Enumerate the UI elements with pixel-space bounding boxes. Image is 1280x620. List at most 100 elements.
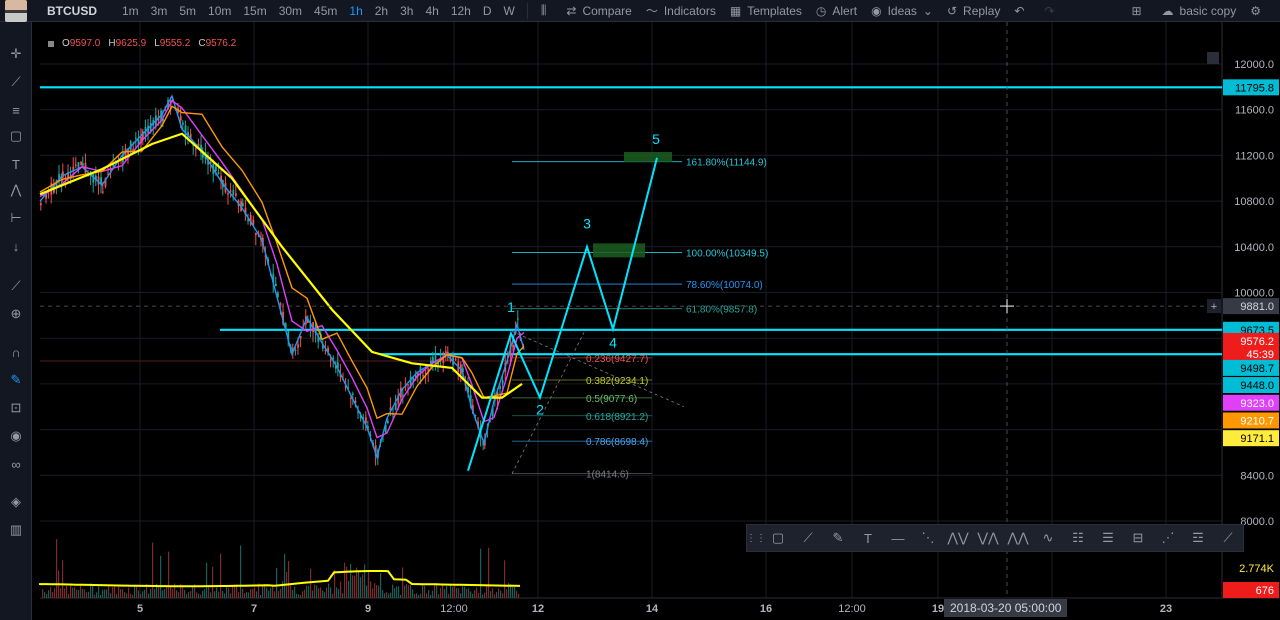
interval-d[interactable]: D <box>477 4 498 18</box>
compare-button[interactable]: ⇄ Compare <box>559 4 638 18</box>
elliott-wave-icon[interactable]: ∿ <box>1033 526 1063 550</box>
candle-body <box>242 202 244 207</box>
layout-grid-button[interactable]: ⊞ <box>1124 4 1154 18</box>
arrow-tool[interactable]: ↓ <box>6 236 26 256</box>
volume-bar <box>110 593 112 598</box>
candle-body <box>402 394 404 396</box>
trend-line-tool[interactable]: ⟋ <box>6 72 26 92</box>
volume-bar <box>48 590 50 598</box>
volume-bar <box>392 584 394 598</box>
grip-icon[interactable]: ⋮⋮ <box>746 526 766 550</box>
chart-style-button[interactable]: ⫼ <box>534 3 560 18</box>
visibility-tool[interactable]: ◉ <box>6 426 26 446</box>
interval-45m[interactable]: 45m <box>308 4 343 18</box>
pencil-icon: ✎ <box>10 372 22 387</box>
redo-button[interactable]: ↷ <box>1037 4 1067 18</box>
volume-bar <box>238 592 240 598</box>
trash-tool[interactable]: ▥ <box>6 520 26 540</box>
interval-1m[interactable]: 1m <box>116 4 145 18</box>
wave-label-2: 2 <box>536 402 544 418</box>
volume-bar <box>354 575 356 598</box>
replay-button[interactable]: ↺ Replay <box>940 4 1007 18</box>
interval-30m[interactable]: 30m <box>273 4 308 18</box>
volume-bar <box>248 592 250 598</box>
forecast-icon[interactable]: ⋰ <box>1153 526 1183 550</box>
wave-label-5: 5 <box>652 131 660 147</box>
alert-button[interactable]: ◷ Alert <box>809 4 864 18</box>
interval-2h[interactable]: 2h <box>369 4 394 18</box>
redo-icon: ↷ <box>1044 3 1055 18</box>
candle-body <box>512 344 514 348</box>
ideas-button[interactable]: ◉ Ideas ⌄ <box>864 4 940 18</box>
user-avatar[interactable] <box>5 0 27 22</box>
volume-bar <box>338 589 340 598</box>
volume-bar <box>502 593 504 598</box>
volume-bar <box>326 587 328 598</box>
crosshair-tool[interactable]: ✛ <box>6 44 26 64</box>
fib-extension-icon[interactable]: ☰ <box>1093 526 1123 550</box>
volume-bar <box>428 590 430 598</box>
text-tool[interactable]: T <box>6 154 26 174</box>
long-position-icon[interactable]: ⊟ <box>1123 526 1153 550</box>
patterns-tool[interactable]: ⋀ <box>6 180 26 200</box>
settings-button[interactable]: ⚙ <box>1243 4 1274 18</box>
interval-12h[interactable]: 12h <box>445 4 477 18</box>
undo-button[interactable]: ↶ <box>1007 4 1037 18</box>
volume-bar <box>492 588 494 598</box>
volume-bar <box>450 583 452 598</box>
layers-tool[interactable]: ◈ <box>6 492 26 512</box>
layout-save-button[interactable]: ☁ basic copy <box>1155 4 1244 18</box>
prediction-tool[interactable]: ⊢ <box>6 208 26 228</box>
volume-bar <box>380 573 382 598</box>
templates-button[interactable]: ▦ Templates <box>723 4 809 18</box>
text-icon[interactable]: T <box>853 526 883 550</box>
volume-bar <box>384 593 386 598</box>
zoom-tool[interactable]: ⊕ <box>6 304 26 324</box>
trend-line-icon[interactable]: ⟋ <box>793 526 823 550</box>
interval-4h[interactable]: 4h <box>419 4 444 18</box>
rectangle-icon[interactable]: ▢ <box>763 526 793 550</box>
volume-bar <box>292 589 294 598</box>
lock-tool[interactable]: ⊡ <box>6 398 26 418</box>
volume-bar <box>458 588 460 598</box>
volume-bar <box>444 588 446 598</box>
templates-icon: ▦ <box>729 3 742 18</box>
interval-3h[interactable]: 3h <box>394 4 419 18</box>
interval-1h[interactable]: 1h <box>343 4 368 18</box>
interval-10m[interactable]: 10m <box>202 4 237 18</box>
interval-5m[interactable]: 5m <box>173 4 202 18</box>
volume-bar <box>144 589 146 598</box>
stay-in-drawing-tool[interactable]: ✎ <box>6 370 26 390</box>
regression-icon[interactable]: ☲ <box>1183 526 1213 550</box>
volume-bar <box>496 592 498 598</box>
fib-tool[interactable]: ≡ <box>6 100 26 120</box>
volume-bar <box>94 594 96 598</box>
fib-fan-icon[interactable]: ⟋ <box>1213 526 1243 550</box>
symbol-search[interactable]: BTCUSD <box>47 4 107 18</box>
volume-bar <box>410 584 412 598</box>
shapes-tool[interactable]: ▢ <box>6 126 26 146</box>
volume-bar <box>136 586 138 598</box>
volume-bar <box>214 591 216 598</box>
magnet-tool[interactable]: ∩ <box>6 342 26 362</box>
pattern-xabcd-icon[interactable]: ⋀⋁ <box>943 526 973 550</box>
magnet-icon: ∩ <box>11 344 21 360</box>
pattern-abcd-icon[interactable]: ⋁⋀ <box>973 526 1003 550</box>
pattern-3drives-icon[interactable]: ⋀⋀ <box>1003 526 1033 550</box>
volume-bar <box>158 587 160 598</box>
volume-bar <box>116 594 118 598</box>
volume-bar <box>456 588 458 598</box>
ruler-tool[interactable]: ⟋ <box>6 276 26 296</box>
fib-icon[interactable]: ⋱ <box>913 526 943 550</box>
brush-icon[interactable]: ✎ <box>823 526 853 550</box>
fib-retracement-icon[interactable]: ☷ <box>1063 526 1093 550</box>
indicators-button[interactable]: 〜 Indicators <box>639 2 723 19</box>
interval-w[interactable]: W <box>498 4 521 18</box>
link-tool[interactable]: ∞ <box>6 454 26 474</box>
interval-15m[interactable]: 15m <box>237 4 272 18</box>
interval-3m[interactable]: 3m <box>145 4 174 18</box>
horizontal-line-icon[interactable]: — <box>883 526 913 550</box>
compare-icon: ⇄ <box>566 3 577 18</box>
candle-body <box>432 357 434 363</box>
volume-bar <box>96 592 98 598</box>
